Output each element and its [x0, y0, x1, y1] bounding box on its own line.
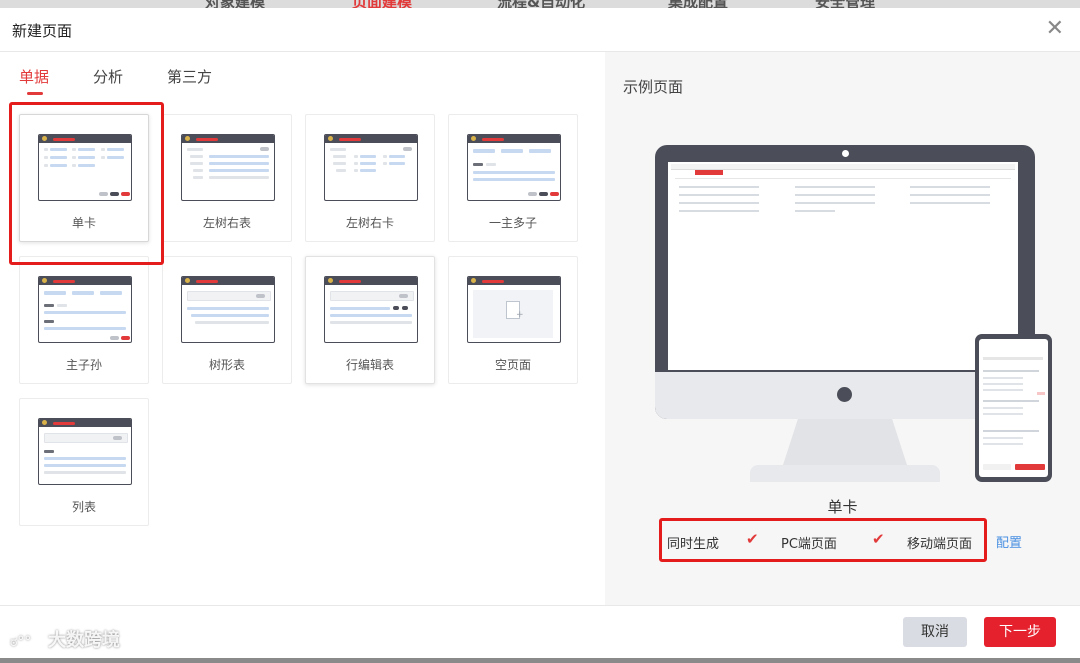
new-page-dialog: 新建页面 ✕ 单据 分析 第三方 单卡 左树右表 左树右卡 一主多子 主子孙 树…: [0, 8, 1080, 659]
top-nav-item-integration[interactable]: 集成配置: [668, 0, 728, 8]
preview-title: 示例页面: [623, 78, 684, 96]
template-thumbnail: [181, 276, 275, 343]
watermark-logo-icon: ಠ°°: [10, 634, 32, 650]
next-step-button[interactable]: 下一步: [984, 617, 1056, 647]
selected-card-highlight: [9, 102, 164, 265]
template-card-list[interactable]: 列表: [19, 398, 149, 526]
template-label: 行编辑表: [345, 358, 394, 372]
cancel-button[interactable]: 取消: [903, 617, 967, 647]
tab-third-party[interactable]: 第三方: [167, 66, 212, 87]
watermark-text: 大数跨境: [48, 630, 120, 651]
template-thumbnail: [324, 134, 418, 201]
template-label: 主子孙: [65, 358, 102, 372]
template-thumbnail: [324, 276, 418, 343]
template-thumbnail: [38, 276, 132, 343]
template-card-master-multi-child[interactable]: 一主多子: [448, 114, 578, 242]
template-card-blank[interactable]: + 空页面: [448, 256, 578, 384]
top-nav-item-security[interactable]: 安全管理: [815, 0, 875, 8]
template-thumbnail: [467, 134, 561, 201]
template-label: 左树右卡: [345, 216, 394, 230]
top-nav: 对象建模 页面建模 流程&自动化 集成配置 安全管理: [0, 0, 1080, 8]
template-card-row-edit-table[interactable]: 行编辑表: [305, 256, 435, 384]
template-card-master-child-grandchild[interactable]: 主子孙: [19, 256, 149, 384]
options-highlight: [659, 518, 987, 562]
top-nav-item-flow[interactable]: 流程&自动化: [497, 0, 585, 8]
dialog-header: 新建页面 ✕: [0, 8, 1080, 52]
template-label: 一主多子: [488, 216, 537, 230]
template-thumbnail: [38, 418, 132, 485]
dialog-title: 新建页面: [12, 22, 73, 40]
tab-active-indicator: [27, 92, 43, 95]
template-card-tree-grid[interactable]: 树形表: [162, 256, 292, 384]
dialog-footer: 取消 下一步: [0, 605, 1080, 659]
template-card-tree-table[interactable]: 左树右表: [162, 114, 292, 242]
preview-pane: 示例页面 单卡 同时生成 ✔ PC端页面 ✔ 移动端页面 配置: [605, 52, 1080, 605]
background-strip: [0, 658, 1080, 663]
preview-caption: 单卡: [827, 498, 858, 516]
watermark: ಠ°° 大数跨境: [10, 626, 120, 652]
top-nav-item-page[interactable]: 页面建模: [352, 0, 412, 8]
template-label: 列表: [71, 500, 96, 514]
template-pane: 单据 分析 第三方 单卡 左树右表 左树右卡 一主多子 主子孙 树形表 行编辑表…: [0, 52, 604, 605]
close-icon[interactable]: ✕: [1046, 18, 1064, 40]
template-label: 左树右表: [202, 216, 251, 230]
template-thumbnail: [181, 134, 275, 201]
tab-analysis[interactable]: 分析: [93, 66, 123, 87]
config-link[interactable]: 配置: [996, 532, 1022, 551]
template-label: 空页面: [494, 358, 531, 372]
top-nav-item-object[interactable]: 对象建模: [205, 0, 265, 8]
tab-document[interactable]: 单据: [19, 66, 49, 87]
template-label: 树形表: [208, 358, 245, 372]
template-thumbnail: +: [467, 276, 561, 343]
template-card-tree-card[interactable]: 左树右卡: [305, 114, 435, 242]
